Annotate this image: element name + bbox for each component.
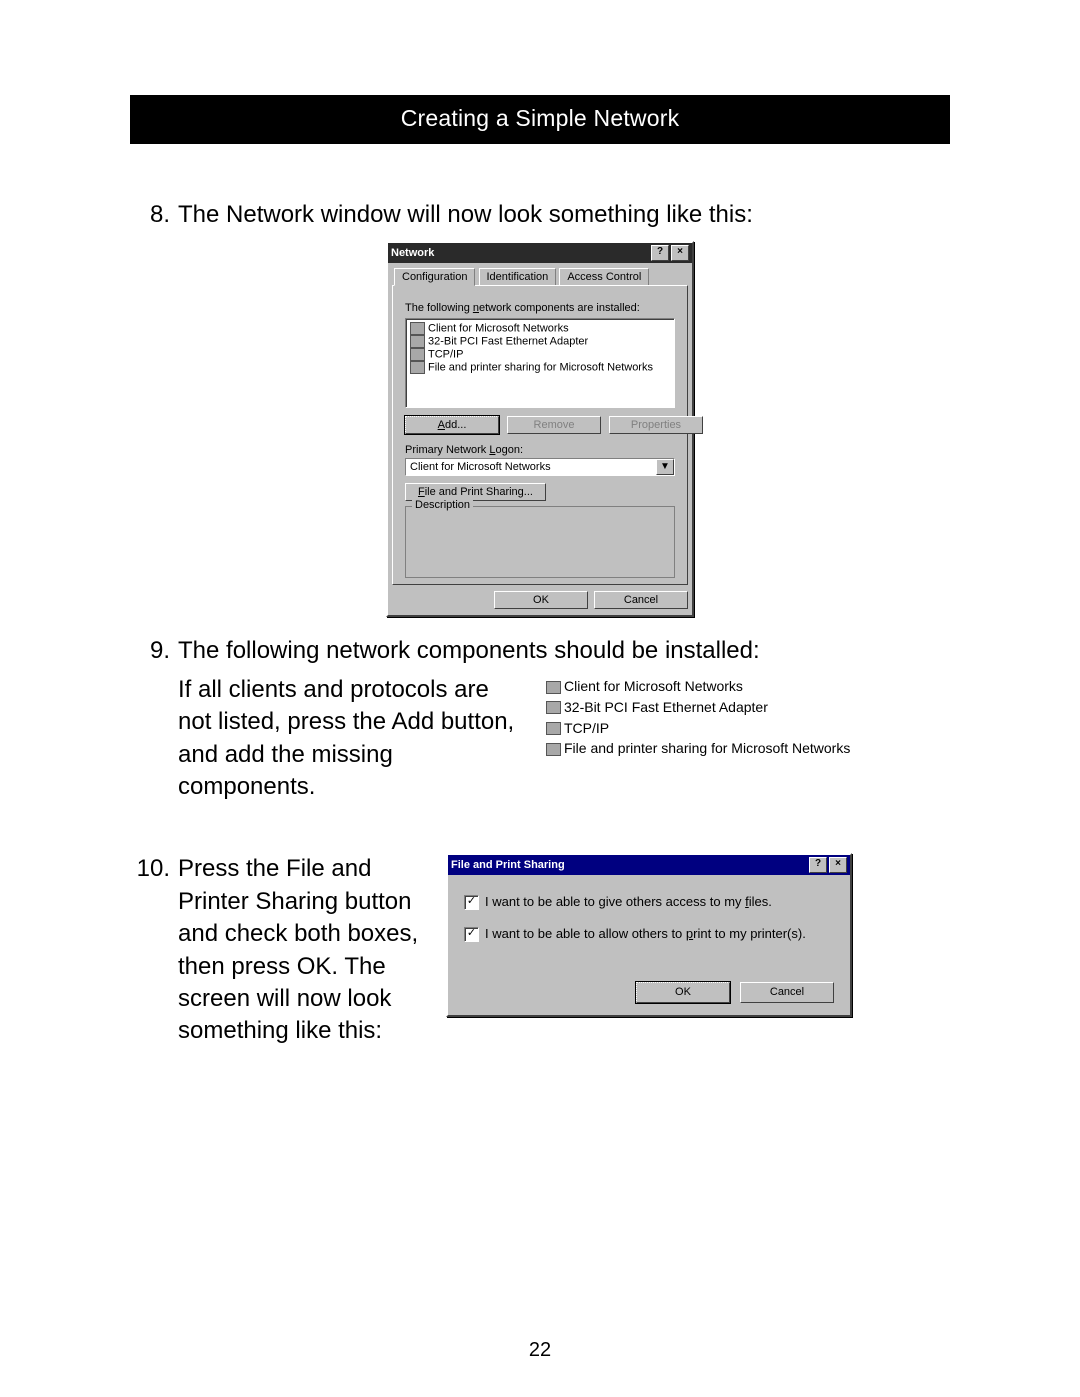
checkbox-icon: ✓ xyxy=(464,927,479,942)
share-printers-checkbox[interactable]: ✓ I want to be able to allow others to p… xyxy=(464,925,834,943)
service-icon xyxy=(410,361,425,374)
list-item[interactable]: Client for Microsoft Networks xyxy=(410,322,670,335)
tabpage-configuration: The following network components are ins… xyxy=(392,285,688,585)
protocol-icon xyxy=(546,722,561,735)
checkbox-icon: ✓ xyxy=(464,895,479,910)
service-icon xyxy=(546,743,561,756)
tab-access-control[interactable]: Access Control xyxy=(559,268,649,285)
tab-identification[interactable]: Identification xyxy=(479,268,557,285)
page-header: Creating a Simple Network xyxy=(130,95,950,144)
step-8: 8. The Network window will now look some… xyxy=(130,199,753,231)
help-button[interactable]: ? xyxy=(809,857,827,873)
cancel-button[interactable]: Cancel xyxy=(740,982,834,1003)
window-title: Network xyxy=(391,247,434,259)
step-body: If all clients and protocols are not lis… xyxy=(178,674,528,804)
list-item[interactable]: File and printer sharing for Microsoft N… xyxy=(410,361,670,374)
remove-button: Remove xyxy=(507,416,601,434)
document-page: Creating a Simple Network 8. The Network… xyxy=(0,0,1080,1397)
logon-label: Primary Network Logon: xyxy=(405,444,675,456)
ok-button[interactable]: OK xyxy=(636,982,730,1003)
list-item[interactable]: TCP/IP xyxy=(410,348,670,361)
cancel-button[interactable]: Cancel xyxy=(594,591,688,609)
titlebar: File and Print Sharing ? × xyxy=(448,855,850,875)
primary-logon-combo[interactable]: Client for Microsoft Networks ▼ xyxy=(405,458,675,476)
components-label: The following network components are ins… xyxy=(405,302,675,314)
page-number: 22 xyxy=(0,1339,1080,1362)
step-text: The Network window will now look somethi… xyxy=(178,199,753,231)
step-number: 9. xyxy=(130,635,178,803)
add-button[interactable]: Add... xyxy=(405,416,499,434)
adapter-icon xyxy=(546,701,561,714)
chevron-down-icon[interactable]: ▼ xyxy=(656,459,674,475)
step-10: 10. Press the File and Printer Sharing b… xyxy=(130,853,852,1047)
step-9: 9. The following network components shou… xyxy=(130,635,850,803)
ok-button[interactable]: OK xyxy=(494,591,588,609)
network-window: Network ? × Configuration Identification… xyxy=(386,241,694,617)
protocol-icon xyxy=(410,348,425,361)
properties-button: Properties xyxy=(609,416,703,434)
step-text: The following network components should … xyxy=(178,635,850,803)
client-icon xyxy=(410,322,425,335)
tabstrip: Configuration Identification Access Cont… xyxy=(392,267,688,285)
group-label: Description xyxy=(412,499,473,511)
adapter-icon xyxy=(410,335,425,348)
step-number: 8. xyxy=(130,199,178,231)
help-button[interactable]: ? xyxy=(651,245,669,261)
window-title: File and Print Sharing xyxy=(451,858,565,873)
step-body: Press the File and Printer Sharing butto… xyxy=(178,853,852,1047)
tab-configuration[interactable]: Configuration xyxy=(394,268,475,286)
list-item[interactable]: 32-Bit PCI Fast Ethernet Adapter xyxy=(410,335,670,348)
combo-value: Client for Microsoft Networks xyxy=(406,459,656,475)
step-number: 10. xyxy=(130,853,178,1047)
description-group: Description xyxy=(405,506,675,578)
components-listbox[interactable]: Client for Microsoft Networks 32-Bit PCI… xyxy=(405,318,675,408)
close-button[interactable]: × xyxy=(671,245,689,261)
share-files-checkbox[interactable]: ✓ I want to be able to give others acces… xyxy=(464,893,834,911)
component-thumbnail-list: Client for Microsoft Networks 32-Bit PCI… xyxy=(546,674,850,762)
file-print-sharing-window: File and Print Sharing ? × ✓ I want to b… xyxy=(446,853,852,1017)
titlebar: Network ? × xyxy=(388,243,692,263)
close-button[interactable]: × xyxy=(829,857,847,873)
client-icon xyxy=(546,681,561,694)
